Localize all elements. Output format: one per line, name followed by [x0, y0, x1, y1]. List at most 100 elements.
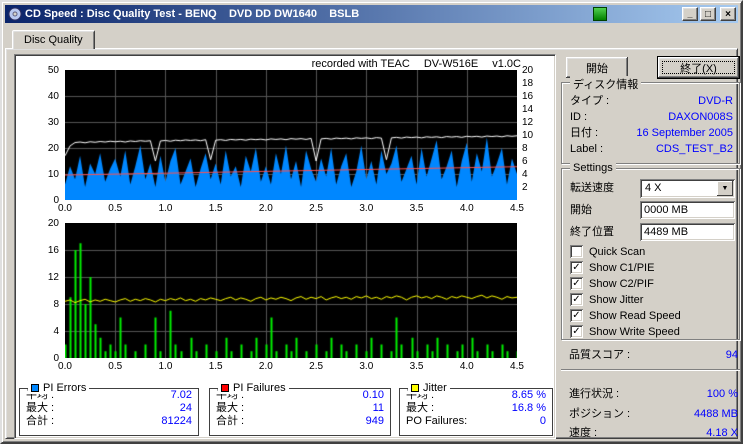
checkbox-show-c2-pif[interactable]: ✓ Show C2/PIF	[570, 277, 654, 290]
app-icon	[8, 7, 22, 21]
stat-row: PO Failures: 0	[406, 415, 546, 427]
axis-tick-label: 2.5	[309, 203, 324, 214]
window-controls: _ □ ×	[682, 7, 736, 21]
pi-errors-stats-box: PI Errors 平均 :7.02 最大 :24 合計 :81224	[19, 382, 199, 436]
checkbox-box[interactable]: ✓	[570, 325, 583, 338]
pi-failures-legend: PI Failures	[218, 382, 289, 394]
axis-tick-label: 1.5	[208, 361, 223, 372]
speed-status-label: 速度 :	[569, 427, 598, 439]
checkbox-box[interactable]: ✓	[570, 293, 583, 306]
disc-label-row: Label : CDS_TEST_B2	[570, 143, 733, 155]
speed-label: 転送速度	[570, 182, 614, 194]
checkbox-show-jitter[interactable]: ✓ Show Jitter	[570, 293, 643, 306]
speed-selected-value: 4 X	[645, 182, 662, 194]
progress-label: 進行状況 :	[569, 388, 620, 400]
position-value: 4488 MB	[693, 408, 738, 420]
axis-tick-label: 4	[522, 169, 528, 180]
axis-tick-label: 2	[522, 182, 528, 193]
speed-row: 速度 : 4.18 X	[561, 427, 740, 440]
checkbox-box[interactable]: ✓	[570, 277, 583, 290]
axis-tick-label: 30	[47, 117, 59, 128]
checkbox-quick-scan[interactable]: Quick Scan	[570, 245, 645, 258]
axis-tick-label: 10	[522, 130, 534, 141]
jitter-legend: Jitter	[408, 382, 450, 394]
quality-score-label: 品質スコア :	[569, 349, 631, 361]
axis-tick-label: 16	[47, 245, 59, 256]
checkbox-box[interactable]: ✓	[570, 261, 583, 274]
maximize-button[interactable]: □	[700, 7, 716, 21]
axis-tick-label: 3.5	[409, 203, 424, 214]
pi-errors-swatch	[31, 384, 39, 392]
position-row: ポジション : 4488 MB	[561, 408, 740, 421]
axis-tick-label: 4.0	[459, 203, 474, 214]
minimize-button[interactable]: _	[682, 7, 698, 21]
checkbox-show-write-speed[interactable]: ✓ Show Write Speed	[570, 325, 680, 338]
axis-tick-label: 1.5	[208, 203, 223, 214]
disc-id-row: ID : DAXON008S	[570, 111, 733, 123]
axis-tick-label: 2.0	[258, 361, 273, 372]
axis-tick-label: 4.5	[510, 361, 524, 372]
progress-row: 進行状況 : 100 %	[561, 388, 740, 401]
checkbox-show-read-speed[interactable]: ✓ Show Read Speed	[570, 309, 681, 322]
axis-tick-label: 50	[47, 65, 59, 76]
speed-status-value: 4.18 X	[706, 427, 738, 439]
stat-row: 合計 :81224	[26, 415, 192, 427]
axis-tick-label: 10	[47, 169, 59, 180]
settings-group: Settings 転送速度 4 X ▼ 開始 終了位置 Quick Scan ✓…	[561, 162, 740, 340]
close-button[interactable]: ×	[720, 7, 736, 21]
progress-value: 100 %	[706, 388, 738, 400]
axis-tick-label: 12	[522, 117, 534, 128]
disc-info-title: ディスク情報	[570, 76, 642, 92]
recorded-with-text: recorded with TEAC DV-W516E v1.0C	[298, 58, 521, 70]
recorder-firmware-label: v1.0C	[492, 58, 521, 70]
stat-row: 最大 :24	[26, 402, 192, 414]
axis-tick-label: 6	[522, 156, 528, 167]
pi-errors-legend: PI Errors	[28, 382, 90, 394]
disc-type-row: タイプ : DVD-R	[570, 95, 733, 107]
end-position-input[interactable]	[640, 223, 735, 241]
checkbox-show-c1-pie[interactable]: ✓ Show C1/PIE	[570, 261, 654, 274]
axis-tick-label: 4.0	[459, 361, 474, 372]
axis-tick-label: 8	[522, 143, 528, 154]
axis-tick-label: 3.5	[409, 361, 424, 372]
pif-jitter-chart	[65, 223, 517, 358]
titlebar[interactable]: CD Speed : Disc Quality Test - BENQ DVD …	[5, 5, 738, 23]
axis-tick-label: 0.0	[58, 361, 72, 372]
exit-button[interactable]: 終了(X)	[657, 56, 740, 79]
speed-select[interactable]: 4 X ▼	[640, 179, 735, 198]
pi-failures-swatch	[221, 384, 229, 392]
axis-tick-label: 2.5	[309, 361, 324, 372]
pi-failures-stats-box: PI Failures 平均 :0.10 最大 :11 合計 :949	[209, 382, 391, 436]
start-position-input[interactable]	[640, 201, 735, 219]
axis-tick-label: 20	[47, 218, 59, 229]
chevron-down-icon[interactable]: ▼	[717, 181, 733, 196]
checkbox-box[interactable]	[570, 245, 583, 258]
axis-tick-label: 8	[53, 299, 59, 310]
jitter-title: Jitter	[423, 382, 447, 394]
axis-tick-label: 20	[47, 143, 59, 154]
titlebar-green-icon[interactable]	[593, 7, 607, 21]
axis-tick-label: 2.0	[258, 203, 273, 214]
settings-title: Settings	[570, 162, 616, 174]
jitter-swatch	[411, 384, 419, 392]
stat-row: 合計 :949	[216, 415, 384, 427]
tab-disc-quality[interactable]: Disc Quality	[12, 30, 95, 49]
window-title: CD Speed : Disc Quality Test - BENQ DVD …	[25, 8, 360, 20]
quality-score-value: 94	[725, 349, 738, 361]
start-position-label: 開始	[570, 204, 592, 216]
axis-tick-label: 14	[522, 104, 534, 115]
position-label: ポジション :	[569, 408, 631, 420]
separator	[561, 369, 740, 371]
axis-tick-label: 4	[53, 326, 59, 337]
recorded-with-label: recorded with TEAC	[311, 58, 410, 70]
checkbox-box[interactable]: ✓	[570, 309, 583, 322]
axis-tick-label: 3.0	[359, 203, 374, 214]
axis-tick-label: 3.0	[359, 361, 374, 372]
axis-tick-label: 0.5	[108, 361, 123, 372]
axis-tick-label: 40	[47, 91, 59, 102]
stat-row: 最大 :11	[216, 402, 384, 414]
chart-panel: recorded with TEAC DV-W516E v1.0C PI Error…	[14, 54, 556, 439]
axis-tick-label: 4.5	[510, 203, 524, 214]
axis-tick-label: 1.0	[158, 203, 173, 214]
start-button[interactable]: 開始	[566, 57, 628, 78]
